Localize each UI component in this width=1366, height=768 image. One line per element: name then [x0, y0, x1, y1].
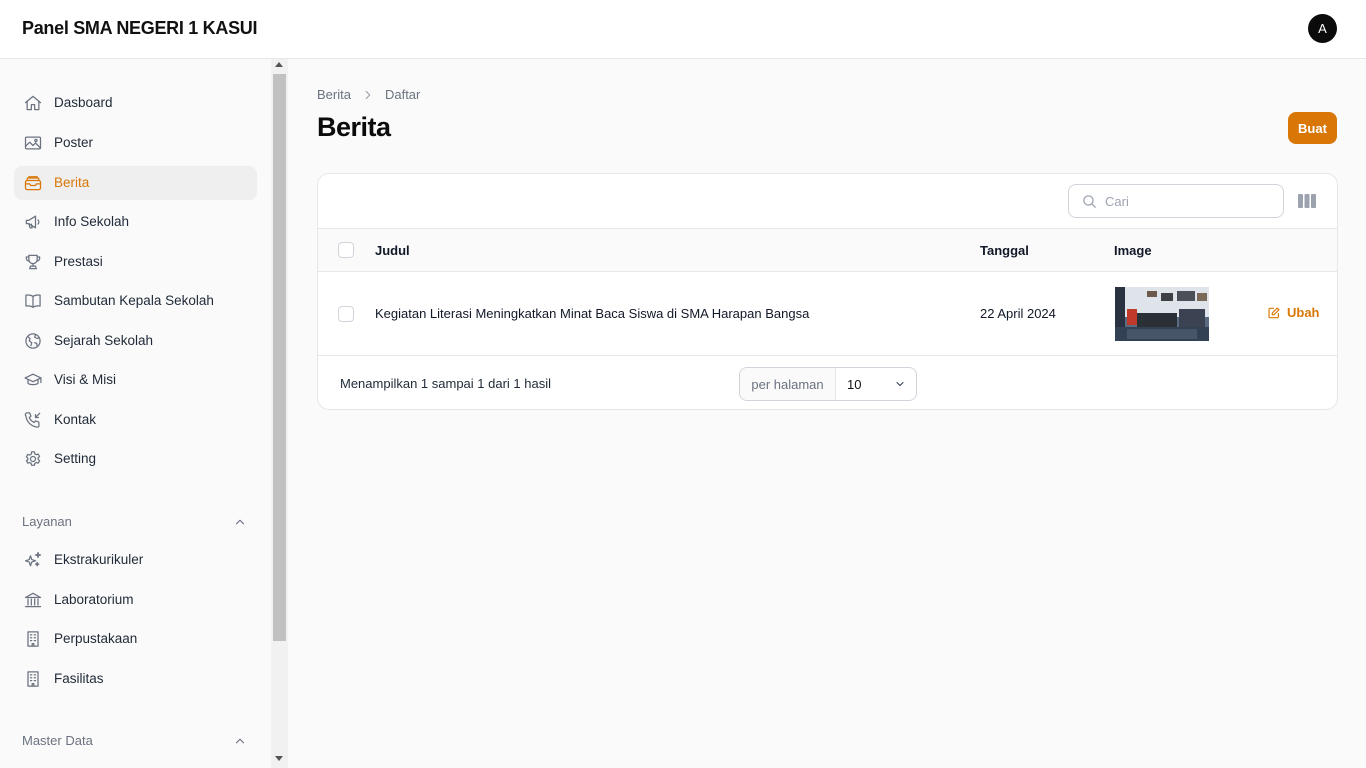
column-header-judul[interactable]: Judul	[375, 243, 410, 258]
scroll-up-arrow-icon[interactable]	[275, 62, 283, 67]
building-library-icon	[23, 590, 43, 610]
sidebar-item-label: Prestasi	[54, 254, 103, 269]
phone-icon	[23, 410, 43, 430]
sidebar-item-prestasi[interactable]: Prestasi	[14, 245, 257, 279]
chevron-right-icon	[361, 88, 375, 102]
per-page-select[interactable]: per halaman 10	[739, 367, 917, 401]
scroll-down-arrow-icon[interactable]	[275, 756, 283, 761]
column-toggle-icon[interactable]	[1298, 193, 1316, 209]
per-page-label: per halaman	[740, 368, 836, 400]
table-row[interactable]: Kegiatan Literasi Meningkatkan Minat Bac…	[318, 272, 1337, 356]
sidebar-item-label: Sejarah Sekolah	[54, 333, 154, 348]
per-page-value[interactable]: 10	[847, 377, 861, 392]
sidebar-group-master-data[interactable]: Master Data	[22, 733, 93, 748]
sidebar-item-label: Setting	[54, 451, 97, 466]
sidebar-item-sejarah-sekolah[interactable]: Sejarah Sekolah	[14, 324, 257, 358]
sidebar-group-layanan[interactable]: Layanan	[22, 514, 72, 529]
chevron-up-icon[interactable]	[233, 734, 247, 748]
search-input[interactable]	[1105, 191, 1275, 211]
sidebar-scrollbar[interactable]	[271, 59, 288, 768]
image-icon	[23, 133, 43, 153]
edit-button[interactable]: Ubah	[1267, 305, 1320, 320]
breadcrumb-link-berita[interactable]: Berita	[317, 87, 351, 102]
user-avatar[interactable]: A	[1308, 14, 1337, 43]
globe-icon	[23, 331, 43, 351]
sidebar-item-poster[interactable]: Poster	[14, 126, 257, 160]
column-header-tanggal[interactable]: Tanggal	[980, 243, 1029, 258]
sidebar-item-label: Dasboard	[54, 95, 113, 110]
sidebar-item-sambutan-kepala-sekolah[interactable]: Sambutan Kepala Sekolah	[14, 284, 257, 318]
table-header: Judul Tanggal Image	[318, 228, 1337, 272]
column-header-image: Image	[1114, 243, 1152, 258]
sidebar: Dasboard Poster Berita Info Sekolah Pres…	[0, 59, 271, 768]
select-all-checkbox[interactable]	[338, 242, 354, 258]
scrollbar-thumb[interactable]	[273, 74, 286, 641]
sparkles-icon	[23, 550, 43, 570]
sidebar-item-label: Visi & Misi	[54, 372, 117, 387]
sidebar-item-dasboard[interactable]: Dasboard	[14, 86, 257, 120]
office-building-icon	[23, 669, 43, 689]
pencil-square-icon	[1267, 306, 1281, 320]
search-field[interactable]	[1068, 184, 1284, 218]
sidebar-item-kontak[interactable]: Kontak	[14, 403, 257, 437]
sidebar-item-ekstrakurikuler[interactable]: Ekstrakurikuler	[14, 543, 257, 577]
search-icon	[1081, 193, 1098, 210]
sidebar-item-label: Poster	[54, 135, 94, 150]
sidebar-item-label: Ekstrakurikuler	[54, 552, 144, 567]
sidebar-item-info-sekolah[interactable]: Info Sekolah	[14, 205, 257, 239]
sidebar-item-label: Info Sekolah	[54, 214, 130, 229]
home-icon	[23, 93, 43, 113]
chevron-up-icon[interactable]	[233, 515, 247, 529]
sidebar-item-visi-misi[interactable]: Visi & Misi	[14, 363, 257, 397]
megaphone-icon	[23, 212, 43, 232]
sidebar-item-label: Laboratorium	[54, 592, 134, 607]
create-button[interactable]: Buat	[1288, 112, 1337, 144]
sidebar-item-label: Berita	[54, 175, 90, 190]
app-title: Panel SMA NEGERI 1 KASUI	[22, 18, 258, 38]
sidebar-item-label: Sambutan Kepala Sekolah	[54, 293, 214, 308]
page-title: Berita	[317, 112, 391, 142]
sidebar-item-label: Kontak	[54, 412, 97, 427]
breadcrumb-current[interactable]: Daftar	[385, 87, 420, 102]
gear-icon	[23, 449, 43, 469]
table-card: Judul Tanggal Image Kegiatan Literasi Me…	[317, 173, 1338, 410]
cell-judul: Kegiatan Literasi Meningkatkan Minat Bac…	[375, 306, 810, 321]
sidebar-item-laboratorium[interactable]: Laboratorium	[14, 583, 257, 617]
sidebar-item-berita[interactable]: Berita	[14, 166, 257, 200]
academic-cap-icon	[23, 370, 43, 390]
row-select-checkbox[interactable]	[338, 306, 354, 322]
book-open-icon	[23, 291, 43, 311]
pagination-summary: Menampilkan 1 sampai 1 dari 1 hasil	[340, 376, 551, 391]
sidebar-item-setting[interactable]: Setting	[14, 442, 257, 476]
sidebar-item-fasilitas[interactable]: Fasilitas	[14, 662, 257, 696]
office-building-icon	[23, 629, 43, 649]
top-bar: Panel SMA NEGERI 1 KASUI A	[0, 0, 1366, 59]
edit-label: Ubah	[1287, 305, 1320, 320]
sidebar-item-label: Fasilitas	[54, 671, 104, 686]
sidebar-item-perpustakaan[interactable]: Perpustakaan	[14, 622, 257, 656]
breadcrumb: Berita Daftar	[317, 87, 420, 102]
sidebar-item-label: Perpustakaan	[54, 631, 138, 646]
chevron-down-icon[interactable]	[894, 378, 906, 390]
cell-tanggal: 22 April 2024	[980, 306, 1056, 321]
trophy-icon	[23, 252, 43, 272]
inbox-stack-icon	[23, 173, 43, 193]
news-thumbnail-image	[1115, 287, 1209, 341]
